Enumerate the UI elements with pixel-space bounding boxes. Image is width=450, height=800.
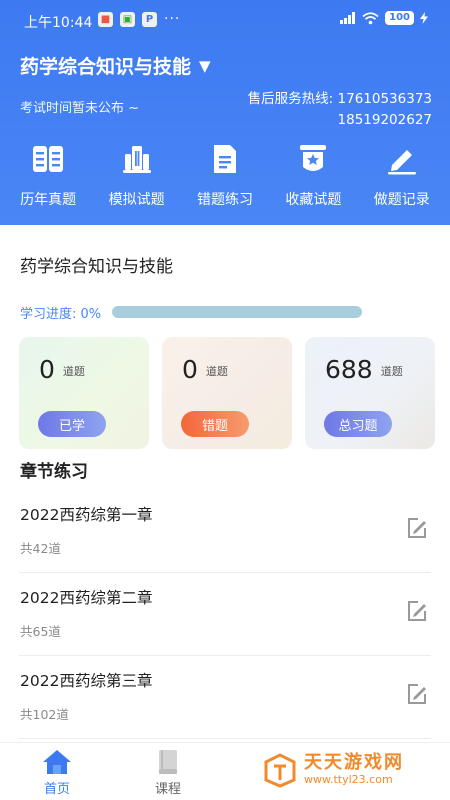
edit-icon[interactable]: [405, 516, 429, 540]
nav-wrong-practice-label: 错题练习: [196, 192, 253, 208]
watermark-url: www.ttyl23.com: [304, 773, 393, 786]
status-time: 上午10:44: [24, 15, 93, 31]
learned-unit: 道题: [62, 365, 85, 378]
more-notifications-icon: ···: [164, 11, 181, 27]
nav-mock-tests-label: 模拟试题: [108, 192, 165, 208]
pencil-icon: [385, 142, 419, 176]
book-icon: [31, 142, 65, 176]
chapter-count: 共102道: [20, 707, 69, 722]
wifi-icon: [362, 11, 379, 24]
wrong-count-row: 0 道题: [182, 355, 228, 384]
total-count: 688: [325, 355, 373, 384]
wrong-unit: 道题: [205, 365, 228, 378]
watermark-text: 天天游戏网 www.ttyl23.com: [304, 753, 404, 787]
status-bar: 上午10:44 ■ ▣ P ··· 100: [0, 0, 450, 40]
exam-time-notice: 考试时间暂未公布 ~: [20, 101, 140, 116]
edit-icon[interactable]: [405, 599, 429, 623]
total-button[interactable]: 总习题: [324, 411, 392, 437]
chapter-name: 2022西药综第三章: [20, 672, 153, 690]
nav-past-exams[interactable]: 历年真题: [4, 142, 92, 209]
learned-button[interactable]: 已学: [38, 411, 106, 437]
tab-course[interactable]: 课程: [138, 749, 198, 797]
chapter-row[interactable]: 2022西药综第一章 共42道: [19, 490, 431, 573]
total-unit: 道题: [380, 365, 403, 378]
chapter-name: 2022西药综第二章: [20, 589, 153, 607]
service-hotline[interactable]: 售后服务热线: 17610536373 18519202627: [248, 89, 432, 131]
wrong-count: 0: [182, 355, 198, 384]
tab-home-label: 首页: [43, 782, 70, 797]
chapter-count: 共42道: [20, 541, 61, 556]
learned-count: 0: [39, 355, 55, 384]
home-icon: [43, 750, 71, 774]
app-notification-icon: ■: [98, 11, 113, 27]
progress-label: 学习进度: 0%: [20, 307, 102, 322]
chapter-name: 2022西药综第一章: [20, 506, 153, 524]
hotline-primary: 售后服务热线: 17610536373: [247, 91, 432, 107]
charging-icon: [420, 12, 428, 24]
chapter-row[interactable]: 2022西药综第三章 共102道: [19, 656, 431, 739]
document-icon: [208, 142, 242, 176]
watermark: 天天游戏网 www.ttyl23.com: [262, 752, 404, 788]
total-card: 688 道题 总习题: [305, 337, 435, 449]
android-icon: ▣: [120, 11, 135, 27]
nav-favorites[interactable]: 收藏试题: [269, 142, 357, 209]
hotline-secondary: 18519202627: [337, 112, 432, 128]
chevron-down-icon: ▼: [199, 56, 211, 75]
chapter-row[interactable]: 2022西药综第二章 共65道: [19, 573, 431, 656]
learned-count-row: 0 道题: [39, 355, 85, 384]
nav-history-label: 做题记录: [373, 192, 430, 208]
watermark-logo-icon: [264, 753, 296, 788]
nav-favorites-label: 收藏试题: [285, 192, 342, 208]
progress-bar: [112, 306, 362, 318]
wrong-card: 0 道题 错题: [162, 337, 292, 449]
tab-home[interactable]: 首页: [27, 749, 87, 797]
p-app-icon: P: [142, 11, 157, 27]
watermark-brand: 天天游戏网: [304, 752, 404, 773]
nav-past-exams-label: 历年真题: [20, 192, 77, 208]
course-selector[interactable]: 药学综合知识与技能 ▼: [20, 52, 211, 79]
chapter-list: 2022西药综第一章 共42道 2022西药综第二章 共65道 2022西药综第…: [0, 490, 450, 739]
chapter-count: 共65道: [20, 624, 61, 639]
signal-icon: [340, 12, 356, 24]
tab-course-label: 课程: [154, 782, 181, 797]
course-title: 药学综合知识与技能: [20, 257, 173, 277]
chapter-section-heading: 章节练习: [20, 462, 88, 482]
nav-wrong-practice[interactable]: 错题练习: [181, 142, 269, 209]
wrong-button[interactable]: 错题: [181, 411, 249, 437]
system-status: 100: [340, 11, 428, 25]
header: 上午10:44 ■ ▣ P ··· 100 药学综合知识与技能 ▼ 考试时间暂未…: [0, 0, 450, 225]
notification-icons: ■ ▣ P ···: [98, 11, 180, 27]
bookmark-star-icon: [296, 142, 330, 176]
total-count-row: 688 道题: [325, 355, 403, 384]
learned-card: 0 道题 已学: [19, 337, 149, 449]
building-icon: [120, 142, 154, 176]
nav-history[interactable]: 做题记录: [358, 142, 446, 209]
quick-nav: 历年真题 模拟试题 错题练习 收藏试题 做题记录: [0, 142, 450, 209]
battery-icon: 100: [385, 11, 414, 25]
course-book-icon: [159, 750, 177, 774]
nav-mock-tests[interactable]: 模拟试题: [93, 142, 181, 209]
edit-icon[interactable]: [405, 682, 429, 706]
course-selector-label: 药学综合知识与技能: [20, 56, 192, 78]
